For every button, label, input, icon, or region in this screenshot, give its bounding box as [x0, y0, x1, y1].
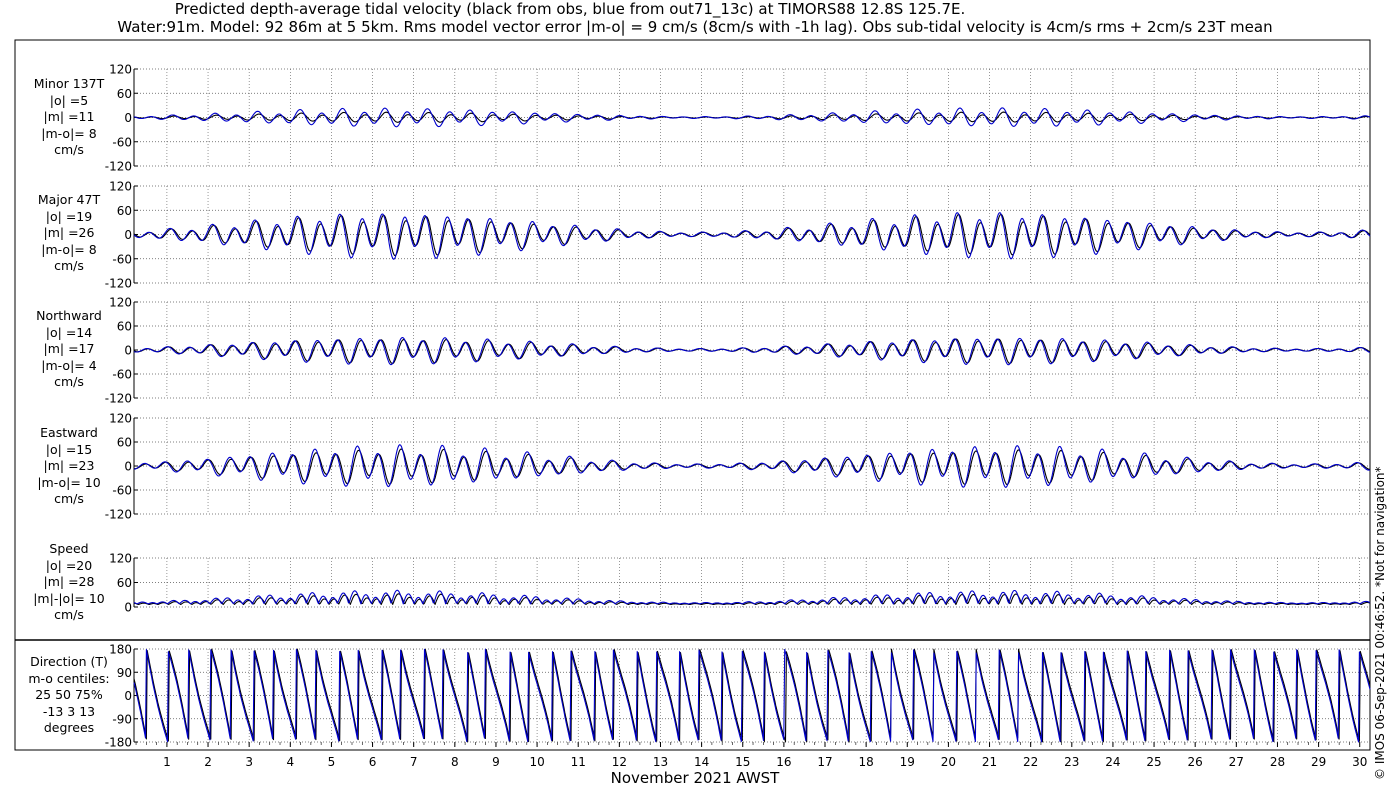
panel-label-line: degrees: [43, 720, 95, 735]
x-tick-label: 22: [1023, 755, 1038, 769]
panel-label-line: Northward: [36, 308, 102, 323]
panel-label: Major 47T |o| =19 |m| =26 |m-o|= 8 cm/s: [20, 192, 118, 275]
y-tick-label: 60: [117, 204, 132, 218]
x-tick-label: 19: [900, 755, 915, 769]
panel-label-line: cm/s: [54, 142, 84, 157]
panel-label-line: |m|-|o|= 10: [33, 590, 105, 606]
panel-label-line: Direction (T): [30, 654, 108, 669]
chart-subtitle: Water:91m. Model: 92 86m at 5 5km. Rms m…: [117, 18, 1273, 36]
copyright-notice: © IMOS 06-Sep-2021 00:46:52. *Not for na…: [1373, 466, 1387, 780]
panel-label-line: m-o centiles:: [28, 670, 110, 686]
panel-label-line: |o| =19: [45, 208, 93, 224]
panel-label-line: |m| =28: [43, 574, 95, 589]
y-tick-label: -120: [105, 160, 132, 174]
x-tick-label: 2: [204, 755, 212, 769]
y-tick-label: 0: [124, 601, 132, 615]
tidal-velocity-chart: 1 2 3 4 5 6 7 8 9 10 11 12 13 14 15 16 17 18 19 20 21 22 23 24 2…: [14, 39, 1371, 769]
panel-label-line: cm/s: [54, 258, 84, 273]
y-tick-label: 90: [117, 666, 132, 680]
panel-label: Minor 137T |o| =5 |m| =11 |m-o|= 8 cm/s: [20, 76, 118, 159]
y-tick-label: 0: [124, 344, 132, 358]
x-tick-label: 26: [1188, 755, 1203, 769]
y-tick-label: 0: [124, 228, 132, 242]
x-tick-label: 29: [1311, 755, 1326, 769]
x-tick-label: 13: [653, 755, 668, 769]
model-series-line: [133, 589, 1371, 605]
panel-label-line: Major 47T: [37, 192, 101, 207]
panel-label: Speed |o| =20 |m| =28 |m|-|o|= 10 cm/s: [20, 541, 118, 624]
panel-label-line: 25 50 75%: [35, 687, 103, 702]
panel-label-line: |o| =15: [45, 441, 93, 457]
x-tick-label: 24: [1105, 755, 1120, 769]
y-tick-label: 60: [117, 320, 132, 334]
x-tick-label: 12: [612, 755, 627, 769]
obs-series-line: [133, 448, 1371, 486]
model-series-line: [133, 212, 1371, 260]
panel-label-line: |o| =20: [45, 557, 93, 573]
panel-label-line: |o| =5: [49, 92, 89, 108]
x-tick-label: 28: [1270, 755, 1285, 769]
panel-label-line: |m| =26: [43, 225, 95, 240]
panel-label: Eastward |o| =15 |m| =23 |m-o|= 10 cm/s: [20, 425, 118, 508]
panel-label: Direction (T) m-o centiles: 25 50 75% -13 3…: [20, 654, 118, 737]
y-tick-label: 120: [109, 63, 132, 77]
x-axis-label: November 2021 AWST: [610, 769, 780, 787]
lower-frame: [14, 639, 1371, 751]
y-tick-label: 0: [124, 460, 132, 474]
x-tick-label: 7: [410, 755, 418, 769]
x-tick-label: 18: [858, 755, 873, 769]
panel-label-line: |m-o|= 8: [41, 241, 97, 257]
panel-label-line: -13 3 13: [42, 703, 96, 719]
x-tick-label: 11: [571, 755, 586, 769]
panel-label-line: Eastward: [40, 425, 98, 440]
y-tick-label: 60: [117, 576, 132, 590]
x-tick-label: 25: [1146, 755, 1161, 769]
panel-label-line: |o| =14: [45, 324, 93, 340]
x-tick-label: 17: [817, 755, 832, 769]
y-tick-label: 60: [117, 436, 132, 450]
x-tick-label: 15: [735, 755, 750, 769]
panel-label-line: |m| =23: [43, 458, 95, 473]
y-tick-label: 60: [117, 87, 132, 101]
y-tick-label: -120: [105, 392, 132, 406]
x-tick-label: 23: [1064, 755, 1079, 769]
panel-label-line: cm/s: [54, 607, 84, 622]
panel-label-line: |m| =11: [43, 109, 95, 124]
panel-label-line: |m-o|= 10: [37, 474, 101, 490]
y-tick-label: -120: [105, 508, 132, 522]
x-tick-label: 8: [451, 755, 459, 769]
x-tick-label: 1: [163, 755, 171, 769]
x-tick-label: 30: [1352, 755, 1367, 769]
x-tick-label: 5: [328, 755, 336, 769]
upper-frame: [14, 39, 1371, 641]
x-tick-label: 6: [369, 755, 377, 769]
panel-label: Northward |o| =14 |m| =17 |m-o|= 4 cm/s: [20, 308, 118, 391]
x-tick-label: 14: [694, 755, 709, 769]
chart-title: Predicted depth-average tidal velocity (…: [174, 0, 966, 18]
x-tick-label: 21: [982, 755, 997, 769]
panel-label-line: Minor 137T: [33, 76, 105, 91]
x-tick-label: 27: [1229, 755, 1244, 769]
panel-label-line: |m-o|= 8: [41, 125, 97, 141]
panel-label-line: cm/s: [54, 374, 84, 389]
y-tick-label: -180: [105, 736, 132, 750]
x-tick-label: 3: [245, 755, 253, 769]
x-tick-label: 9: [492, 755, 500, 769]
y-tick-label: 120: [109, 412, 132, 426]
x-tick-label: 16: [776, 755, 791, 769]
panel-label-line: cm/s: [54, 491, 84, 506]
panel-label-line: |m| =17: [43, 341, 95, 356]
y-tick-label: 0: [124, 111, 132, 125]
y-tick-label: 0: [124, 689, 132, 703]
x-tick-label: 4: [286, 755, 294, 769]
y-tick-label: -120: [105, 277, 132, 291]
x-tick-label: 20: [941, 755, 956, 769]
panel-label-line: Speed: [49, 541, 89, 556]
panel-label-line: |m-o|= 4: [41, 357, 97, 373]
x-tick-label: 10: [529, 755, 544, 769]
